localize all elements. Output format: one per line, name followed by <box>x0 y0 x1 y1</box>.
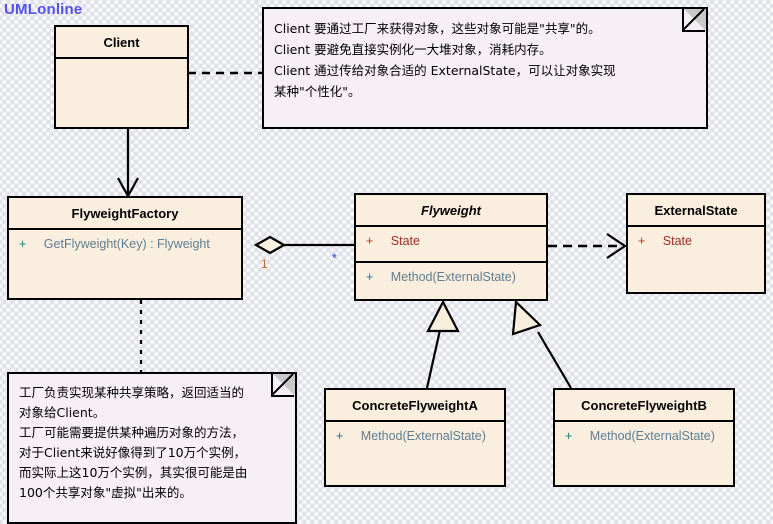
member-row: + Method(ExternalState) <box>555 428 733 445</box>
class-name-flyweight: Flyweight <box>356 195 546 227</box>
class-methods-concreteflyweightb: + Method(ExternalState) <box>555 422 733 483</box>
aggregation-diamond <box>253 235 287 255</box>
class-attributes-externalstate: + State <box>628 227 764 290</box>
dependency-arrowhead <box>606 233 627 259</box>
client-factory-arrowhead <box>117 177 139 199</box>
note-client[interactable]: Client 要通过工厂来获得对象，这些对象可能是"共享"的。 Client 要… <box>262 7 708 129</box>
member-visibility: + <box>565 429 573 443</box>
multiplicity-target: * <box>332 251 337 265</box>
member-label: GetFlyweight(Key) : Flyweight <box>43 237 210 251</box>
member-row: + Method(ExternalState) <box>356 269 546 286</box>
class-methods-concreteflyweighta: + Method(ExternalState) <box>326 422 504 483</box>
member-label: State <box>662 234 692 248</box>
class-name-client: Client <box>56 27 187 59</box>
site-logo: UMLonline <box>4 1 83 18</box>
class-box-concreteflyweighta[interactable]: ConcreteFlyweightA + Method(ExternalStat… <box>324 388 506 487</box>
note-client-text: Client 要通过工厂来获得对象，这些对象可能是"共享"的。 Client 要… <box>274 21 616 99</box>
member-visibility: + <box>336 429 344 443</box>
class-box-concreteflyweightb[interactable]: ConcreteFlyweightB + Method(ExternalStat… <box>553 388 735 487</box>
member-row: + State <box>628 233 764 250</box>
member-label: State <box>390 234 420 248</box>
class-name-concreteflyweighta: ConcreteFlyweightA <box>326 390 504 422</box>
generalization-a-triangle <box>426 299 460 333</box>
note-flyweightfactory-text: 工厂负责实现某种共享策略，返回适当的 对象给Client。 工厂可能需要提供某种… <box>19 385 248 500</box>
class-name-externalstate: ExternalState <box>628 195 764 227</box>
class-box-client[interactable]: Client <box>54 25 189 129</box>
generalization-b-triangle <box>511 299 543 336</box>
multiplicity-source: 1 <box>261 257 268 271</box>
class-attributes-flyweight: + State <box>356 227 546 263</box>
class-box-externalstate[interactable]: ExternalState + State <box>626 193 766 294</box>
member-label: Method(ExternalState) <box>589 429 715 443</box>
note-flyweightfactory[interactable]: 工厂负责实现某种共享策略，返回适当的 对象给Client。 工厂可能需要提供某种… <box>7 372 297 524</box>
class-methods-flyweight: + Method(ExternalState) <box>356 263 546 299</box>
class-name-flyweightfactory: FlyweightFactory <box>9 198 241 230</box>
uml-diagram-canvas: ExternalState --> UMLonline Client Clien… <box>0 0 773 524</box>
class-box-flyweightfactory[interactable]: FlyweightFactory + GetFlyweight(Key) : F… <box>7 196 243 300</box>
class-box-flyweight[interactable]: Flyweight + State + Method(ExternalState… <box>354 193 548 301</box>
member-row: + State <box>356 233 546 250</box>
generalization-b-line <box>537 331 572 389</box>
member-row: + Method(ExternalState) <box>326 428 504 445</box>
member-visibility: + <box>366 270 374 284</box>
member-visibility: + <box>19 237 27 251</box>
class-members-client <box>56 59 187 125</box>
class-name-concreteflyweightb: ConcreteFlyweightB <box>555 390 733 422</box>
class-methods-flyweightfactory: + GetFlyweight(Key) : Flyweight <box>9 230 241 296</box>
member-row: + GetFlyweight(Key) : Flyweight <box>9 236 241 253</box>
generalization-a-line <box>425 329 442 389</box>
member-label: Method(ExternalState) <box>360 429 486 443</box>
member-visibility: + <box>638 234 646 248</box>
member-label: Method(ExternalState) <box>390 270 516 284</box>
member-visibility: + <box>366 234 374 248</box>
